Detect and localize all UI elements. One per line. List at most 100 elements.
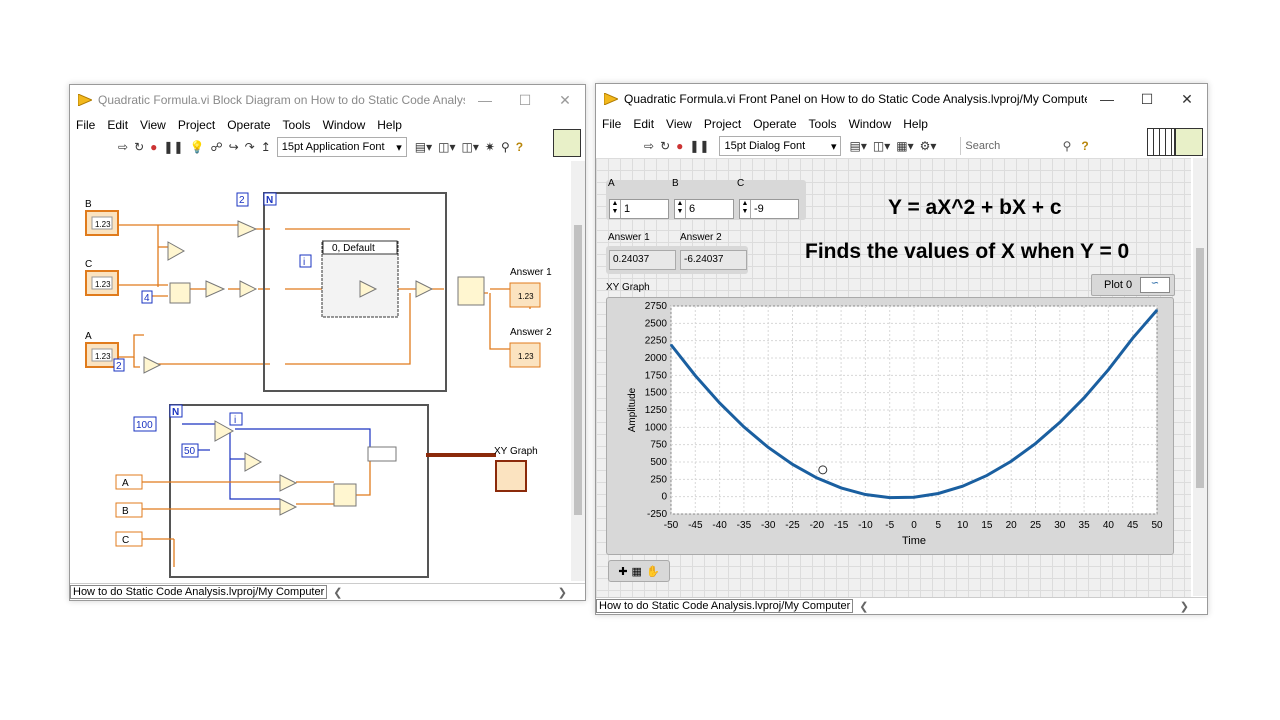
- search-icon[interactable]: ⚲: [501, 140, 510, 154]
- menu-file[interactable]: File: [76, 118, 95, 132]
- reorder-icon[interactable]: ◫▾: [462, 140, 479, 154]
- increment-decrement-icon[interactable]: ▲ ▼: [610, 200, 621, 218]
- search-input[interactable]: Search: [961, 140, 1062, 152]
- numeric-controls-group: A B C ▲ ▼ 1 ▲ ▼ 6 ▲ ▼ -9: [606, 178, 806, 220]
- terminal-b-text: 1.23: [95, 220, 111, 229]
- vertical-scrollbar[interactable]: [571, 161, 585, 581]
- plot-legend-label: Plot 0: [1104, 279, 1133, 291]
- distribute-objects-icon[interactable]: ◫▾: [873, 139, 890, 153]
- search-box[interactable]: Search ⚲: [960, 137, 1071, 155]
- highlight-execution-icon[interactable]: 💡: [189, 140, 204, 154]
- close-button[interactable]: ✕: [1167, 91, 1207, 108]
- x-tick-label: 30: [1054, 520, 1066, 531]
- menu-view[interactable]: View: [140, 118, 166, 132]
- abort-icon[interactable]: ●: [150, 140, 157, 154]
- numeric-control-a[interactable]: ▲ ▼ 1: [609, 199, 669, 219]
- vi-icon[interactable]: [553, 129, 581, 157]
- vi-icon[interactable]: [1175, 128, 1203, 156]
- search-icon[interactable]: ⚲: [1063, 139, 1072, 153]
- menu-view[interactable]: View: [666, 117, 692, 131]
- local-var-c-text: C: [122, 535, 129, 546]
- distribute-objects-icon[interactable]: ◫▾: [438, 140, 455, 154]
- vertical-scrollbar[interactable]: [1193, 158, 1207, 596]
- minimize-button[interactable]: —: [1087, 91, 1127, 107]
- menu-project[interactable]: Project: [178, 118, 215, 132]
- menu-tools[interactable]: Tools: [283, 118, 311, 132]
- close-button[interactable]: ✕: [545, 92, 585, 109]
- scroll-left-icon[interactable]: ❮: [333, 586, 342, 599]
- xy-graph[interactable]: -50 -45 -40 -35 -30 -25 -20 -15 -10 -5 0 5 10 15 20 25 3…: [606, 297, 1174, 555]
- menu-help[interactable]: Help: [903, 117, 928, 131]
- menu-help[interactable]: Help: [377, 118, 402, 132]
- abort-icon[interactable]: ●: [676, 139, 683, 153]
- menu-window[interactable]: Window: [323, 118, 366, 132]
- y-axis-label: Amplitude: [627, 387, 638, 432]
- x-tick-label: -50: [664, 520, 679, 531]
- font-selector[interactable]: 15pt Application Font ▾: [276, 137, 407, 157]
- front-panel-titlebar[interactable]: Quadratic Formula.vi Front Panel on How …: [596, 84, 1207, 114]
- data-point: [767, 446, 769, 449]
- pause-icon[interactable]: ❚❚: [163, 140, 183, 154]
- const-100-text: 100: [136, 420, 153, 431]
- run-icon[interactable]: ⇨: [118, 140, 128, 154]
- connector-pane-icon[interactable]: [1147, 128, 1175, 156]
- indicator-answer2-label: Answer 2: [680, 232, 722, 243]
- increment-decrement-icon[interactable]: ▲ ▼: [740, 200, 751, 218]
- align-objects-icon[interactable]: ▤▾: [415, 140, 432, 154]
- const-50-text: 50: [184, 446, 196, 457]
- menu-tools[interactable]: Tools: [809, 117, 837, 131]
- cursor-icon[interactable]: ✚: [618, 565, 627, 578]
- clean-up-diagram-icon[interactable]: ✷: [485, 140, 495, 154]
- run-continuously-icon[interactable]: ↻: [134, 140, 144, 154]
- scroll-right-icon[interactable]: ❯: [1180, 600, 1189, 613]
- menu-project[interactable]: Project: [704, 117, 741, 131]
- step-out-icon[interactable]: ↥: [261, 140, 271, 154]
- resize-objects-icon[interactable]: ▦▾: [896, 139, 913, 153]
- control-c-value[interactable]: -9: [751, 200, 764, 218]
- step-over-icon[interactable]: ↷: [245, 140, 255, 154]
- menu-edit[interactable]: Edit: [107, 118, 128, 132]
- pause-icon[interactable]: ❚❚: [689, 139, 709, 153]
- menu-operate[interactable]: Operate: [227, 118, 270, 132]
- context-help-icon[interactable]: ?: [516, 140, 523, 154]
- local-var-a[interactable]: [115, 474, 143, 490]
- local-var-b[interactable]: [115, 502, 143, 518]
- control-a-value[interactable]: 1: [621, 200, 630, 218]
- maximize-button[interactable]: ☐: [1127, 91, 1167, 108]
- numeric-control-c[interactable]: ▲ ▼ -9: [739, 199, 799, 219]
- scroll-right-icon[interactable]: ❯: [558, 586, 567, 599]
- font-selector[interactable]: 15pt Dialog Font ▾: [719, 136, 842, 156]
- menu-operate[interactable]: Operate: [753, 117, 796, 131]
- increment-decrement-icon[interactable]: ▲ ▼: [675, 200, 686, 218]
- xy-graph-terminal[interactable]: [495, 460, 527, 492]
- reorder-icon[interactable]: ⚙▾: [920, 139, 937, 153]
- status-path: How to do Static Code Analysis.lvproj/My…: [70, 585, 328, 599]
- menu-bar: File Edit View Project Operate Tools Win…: [70, 115, 585, 135]
- control-b-value[interactable]: 6: [686, 200, 695, 218]
- numeric-control-b[interactable]: ▲ ▼ 6: [674, 199, 734, 219]
- scrollbar-thumb[interactable]: [574, 225, 582, 515]
- y-tick-label: 1750: [645, 370, 668, 381]
- minimize-button[interactable]: —: [465, 92, 505, 108]
- menu-window[interactable]: Window: [849, 117, 892, 131]
- retain-wire-values-icon[interactable]: ☍: [210, 140, 222, 154]
- run-continuously-icon[interactable]: ↻: [660, 139, 670, 153]
- step-into-icon[interactable]: ↪: [229, 140, 239, 154]
- data-point: [1059, 421, 1061, 424]
- data-point: [1156, 309, 1158, 311]
- context-help-icon[interactable]: ?: [1081, 139, 1088, 153]
- scrollbar-thumb[interactable]: [1196, 248, 1204, 488]
- scroll-left-icon[interactable]: ❮: [859, 600, 868, 613]
- plot-legend[interactable]: Plot 0 ∽: [1091, 274, 1175, 296]
- pan-hand-icon[interactable]: ✋: [646, 565, 660, 578]
- y-tick-label: 2000: [645, 353, 668, 364]
- zoom-icon[interactable]: ▦: [632, 565, 642, 578]
- run-icon[interactable]: ⇨: [644, 139, 654, 153]
- menu-edit[interactable]: Edit: [633, 117, 654, 131]
- menu-file[interactable]: File: [602, 117, 621, 131]
- data-point: [1010, 460, 1012, 463]
- block-diagram-titlebar[interactable]: Quadratic Formula.vi Block Diagram on Ho…: [70, 85, 585, 115]
- maximize-button[interactable]: ☐: [505, 92, 545, 109]
- align-objects-icon[interactable]: ▤▾: [849, 139, 866, 153]
- indicator-answer1-label: Answer 1: [608, 232, 650, 243]
